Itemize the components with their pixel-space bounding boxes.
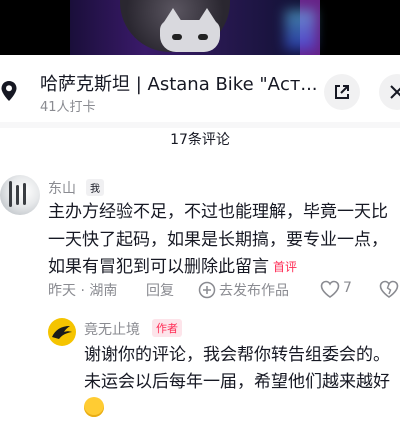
comment-username[interactable]: 东山 xyxy=(48,178,76,198)
first-comment-tag: 首评 xyxy=(273,260,298,274)
avatar-ink-stroke xyxy=(9,181,12,207)
reply-body: 谢谢你的评论，我会帮你转告组委会的。未运会以后每年一届，希望他们越来越好 xyxy=(84,345,390,392)
add-circle-icon xyxy=(198,281,216,303)
avatar[interactable] xyxy=(48,318,76,346)
heart-icon[interactable] xyxy=(320,280,340,303)
video-thumbnail[interactable] xyxy=(0,0,400,55)
comment-text[interactable]: 主办方经验不足，不过也能理解，毕竟一天比一天快了起码，如果是长期搞，要专业一点，… xyxy=(48,199,396,282)
reply-button[interactable]: 回复 xyxy=(146,280,174,300)
bird-logo-icon xyxy=(52,326,72,339)
me-badge: 我 xyxy=(86,179,104,196)
location-pin-icon xyxy=(0,80,18,102)
comment-meta-row: 昨天 · 湖南 回复 去发布作品 7 xyxy=(48,280,400,300)
like-count: 7 xyxy=(343,280,352,296)
section-divider xyxy=(0,122,400,128)
share-button[interactable] xyxy=(324,74,360,110)
reply-text[interactable]: 谢谢你的评论，我会帮你转告组委会的。未运会以后每年一届，希望他们越来越好 xyxy=(84,342,400,423)
author-badge: 作者 xyxy=(152,319,182,337)
share-icon xyxy=(335,85,349,99)
comment-time-location: 昨天 · 湖南 xyxy=(48,283,118,299)
avatar-ink-stroke xyxy=(16,185,19,205)
location-checkin-count: 41人打卡 xyxy=(40,100,96,115)
dislike-icon[interactable] xyxy=(379,280,399,303)
video-cat-mask xyxy=(160,8,220,52)
reply-username[interactable]: 竟无止境 xyxy=(84,319,140,339)
comments-count: 17条评论 xyxy=(170,132,230,148)
avatar-ink-stroke xyxy=(23,183,26,205)
mask-eye-left xyxy=(172,34,182,40)
close-icon xyxy=(390,85,400,99)
avatar[interactable] xyxy=(0,175,40,215)
mask-eye-right xyxy=(198,34,208,40)
video-glow xyxy=(285,10,315,50)
emoji-icon xyxy=(84,397,104,417)
location-title[interactable]: 哈萨克斯坦 | Astana Bike "Аст... xyxy=(40,70,318,96)
publish-work-button[interactable]: 去发布作品 xyxy=(219,280,289,300)
comment-body: 主办方经验不足，不过也能理解，毕竟一天比一天快了起码，如果是长期搞，要专业一点，… xyxy=(48,202,388,277)
